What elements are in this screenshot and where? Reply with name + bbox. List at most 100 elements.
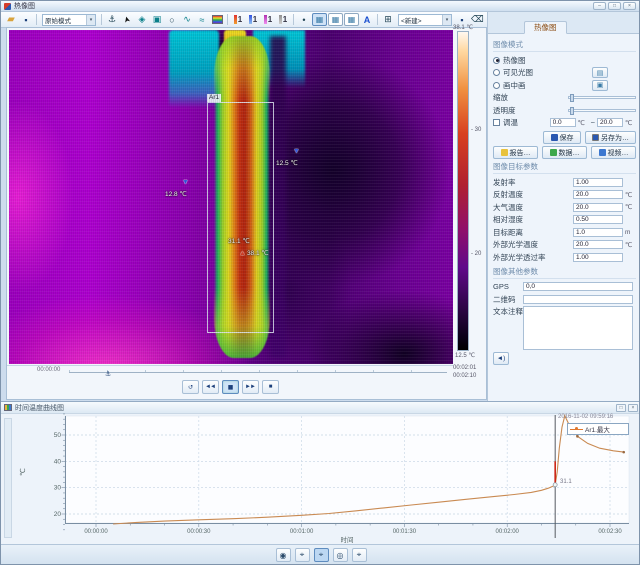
chart-side-splitter[interactable] — [4, 418, 12, 538]
param-label: 发射率 — [493, 177, 516, 187]
time-current: 00:02:01 — [453, 365, 477, 371]
timeline-track[interactable] — [69, 370, 447, 373]
radio-thermal-icon[interactable] — [493, 56, 500, 64]
pip-image-button[interactable]: ▣ — [592, 79, 608, 91]
radio-row-visible[interactable]: 可见光图 ▤ — [493, 67, 636, 80]
thermal-view-icon[interactable]: ▦ — [312, 13, 327, 26]
anchor-icon[interactable]: ⚓ — [105, 13, 119, 26]
speaker-button[interactable]: ◄) — [493, 351, 509, 365]
save-file-icon[interactable]: ▪ — [19, 13, 33, 26]
gps-input[interactable] — [523, 282, 633, 292]
isotherm-below-icon[interactable]: 1 — [246, 13, 260, 26]
grid-view-icon[interactable]: ⊞ — [381, 13, 395, 26]
zoom-slider-thumb[interactable] — [569, 94, 574, 103]
param-input[interactable] — [573, 227, 623, 237]
zoom-slider-row: 缩放 — [493, 92, 636, 105]
gallery-view-icon[interactable]: ▦ — [344, 13, 359, 26]
tab-thermal-image[interactable]: 热像图 — [524, 21, 567, 34]
group-title-image-mode: 图像模式 — [493, 39, 636, 52]
save-as-disk-icon — [592, 134, 599, 141]
chart-close-button[interactable]: × — [628, 403, 638, 412]
svg-text:00:00:30: 00:00:30 — [187, 529, 211, 535]
save-as-button[interactable]: 另存为… — [585, 131, 636, 144]
range-max-input[interactable] — [597, 118, 623, 128]
range-cursor-button[interactable]: ⌖ — [351, 548, 367, 562]
cursor-timestamp: 2016-11-02 09:59:16 — [558, 414, 614, 420]
radio-row-pip[interactable]: 画中画 ▣ — [493, 79, 636, 92]
opacity-slider-thumb[interactable] — [569, 106, 574, 115]
chart-icon — [4, 404, 12, 411]
data-button[interactable]: 数据… — [542, 146, 587, 159]
temp-range-checkbox[interactable] — [493, 119, 500, 127]
zoom-slider[interactable] — [567, 94, 636, 103]
param-unit: m — [625, 228, 631, 236]
thermal-canvas[interactable]: Ar1 ▼ 12.8 ℃ ▼ 12.5 ℃ 31.1 ℃ ▲ 38.1 ℃ — [9, 30, 453, 364]
palette-select[interactable]: <新建> ▾ — [398, 13, 452, 26]
opacity-slider-row: 透明度 — [493, 104, 636, 117]
temp-range-label: 调温 — [503, 118, 518, 128]
minimize-button[interactable]: – — [593, 2, 606, 10]
radio-pip-icon[interactable] — [493, 81, 500, 89]
app-window: 热像图 – □ × ▰ ▪ 原始模式 ▾ ⚓ ➤ ◈ ▣ ○ ∿ ≈1 1 1 1 • ▦ ▦ ▦ A ⊞ <新建> ▾ ▪… — [0, 0, 640, 565]
visible-view-icon[interactable]: ▦ — [328, 13, 343, 26]
replay-button[interactable]: ↺ — [181, 380, 199, 394]
svg-text:20: 20 — [54, 511, 62, 518]
show-points-button[interactable]: ◎ — [332, 548, 348, 562]
show-curve-button[interactable]: ◉ — [275, 548, 291, 562]
chart-maximize-button[interactable]: □ — [616, 403, 626, 412]
chevron-down-icon: ▾ — [442, 14, 451, 25]
video-button[interactable]: 视频… — [591, 146, 636, 159]
palette-icon[interactable] — [210, 13, 224, 26]
step-forward-button[interactable]: ►► — [241, 380, 259, 394]
range-min-input[interactable] — [549, 118, 576, 128]
param-input[interactable] — [573, 190, 623, 200]
pause-button[interactable]: ▮▮ — [221, 380, 239, 394]
display-mode-select[interactable]: 原始模式 ▾ — [42, 13, 96, 26]
add-cursor-button[interactable]: ⌖ — [294, 548, 310, 562]
time-temperature-chart[interactable]: 20 30 40 50 00:00:00 00:00:30 00:01:00 00:01:30… — [13, 412, 640, 545]
save-button[interactable]: 保存 — [543, 131, 581, 144]
param-input[interactable] — [573, 215, 623, 225]
area-tool-icon[interactable]: ▣ — [150, 13, 164, 26]
cursor-tool-icon[interactable]: ➤ — [119, 11, 135, 28]
polyline-tool-icon[interactable]: ≈ — [195, 13, 209, 26]
param-input[interactable] — [573, 252, 623, 262]
param-input[interactable] — [573, 202, 623, 212]
qr-row: 二维码 — [493, 293, 636, 306]
visible-image-button[interactable]: ▤ — [592, 67, 608, 79]
radio-visible-icon[interactable] — [493, 69, 500, 77]
stop-button[interactable]: ■ — [261, 380, 279, 394]
step-back-button[interactable]: ◄◄ — [201, 380, 219, 394]
isotherm-off-icon[interactable]: 1 — [276, 13, 290, 26]
playhead-anchor-icon[interactable]: ⚓ — [105, 370, 111, 379]
legend-label: Ar1.最大 — [585, 427, 610, 434]
cold-spot-marker-right: ▼ — [293, 148, 300, 155]
move-tool-icon[interactable]: ◈ — [135, 13, 149, 26]
qr-input[interactable] — [523, 294, 633, 304]
close-button[interactable]: × — [623, 2, 636, 10]
radio-row-thermal[interactable]: 热像图 — [493, 54, 636, 67]
param-label: 外部光学透过率 — [493, 252, 546, 262]
open-folder-icon[interactable]: ▰ — [4, 13, 18, 26]
spot-marker-icon[interactable]: • — [297, 13, 311, 26]
sidebar: 热像图 图像模式 热像图 可见光图 ▤ 画中画 ▣ 缩放 透明度 调温 0.0 … — [487, 12, 639, 401]
display-mode-select-value: 原始模式 — [45, 17, 71, 25]
ellipse-tool-icon[interactable]: ○ — [165, 13, 179, 26]
isotherm-interval-icon[interactable]: 1 — [261, 13, 275, 26]
svg-text:40: 40 — [54, 458, 62, 465]
speaker-icon: ◄) — [496, 354, 506, 362]
report-icon — [500, 149, 508, 156]
param-input[interactable] — [573, 240, 623, 250]
param-unit: ℃ — [625, 191, 633, 199]
param-input[interactable] — [573, 177, 623, 187]
opacity-slider[interactable] — [567, 106, 636, 115]
isotherm-above-icon[interactable]: 1 — [231, 13, 245, 26]
chart-toolbar: ◉ ⌖ ⌖ ◎ ⌖ — [1, 544, 639, 564]
maximize-button[interactable]: □ — [608, 2, 621, 10]
report-button[interactable]: 报告… — [493, 146, 538, 159]
curve-tool-icon[interactable]: ∿ — [180, 13, 194, 26]
text-annotation-icon[interactable]: A — [360, 13, 374, 26]
measurement-area-ar1[interactable] — [207, 102, 274, 333]
cursor-mode-button[interactable]: ⌖ — [313, 548, 329, 562]
note-textarea[interactable] — [523, 305, 633, 350]
